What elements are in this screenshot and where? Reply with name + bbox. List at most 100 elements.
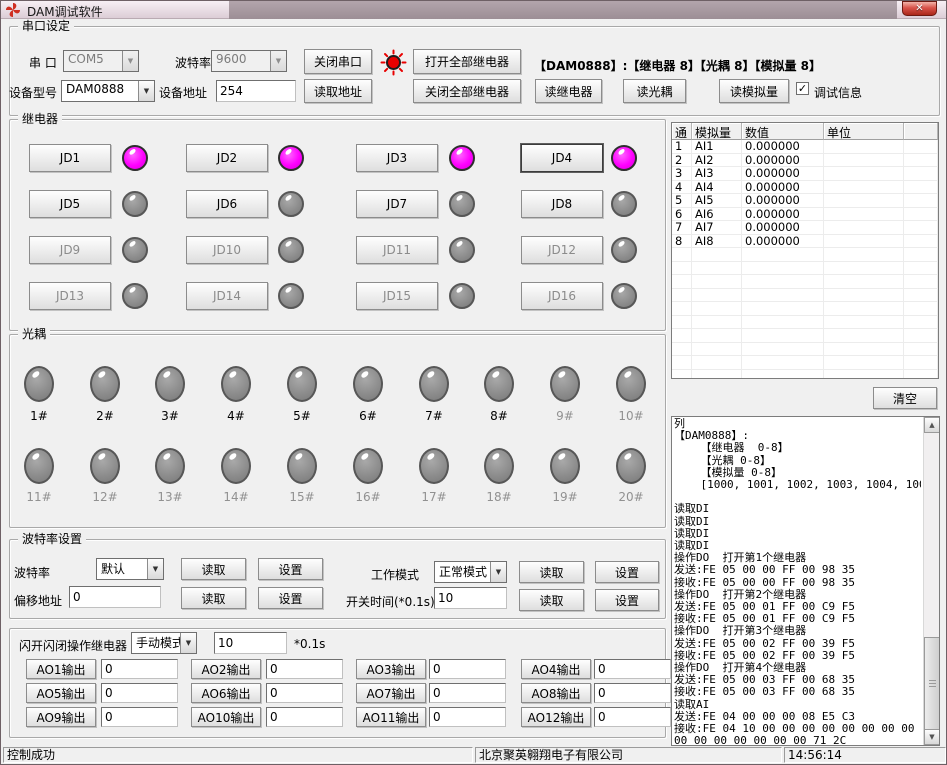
ao-output-button-3[interactable]: AO3输出 — [356, 659, 426, 679]
offset-set-button[interactable]: 设置 — [258, 587, 323, 609]
relay-button-jd4[interactable]: JD4 — [521, 144, 603, 172]
ao-output-input-4[interactable] — [594, 659, 671, 679]
table-cell — [904, 316, 938, 330]
close-button[interactable]: ✕ — [902, 1, 937, 16]
relay-led-jd1 — [122, 145, 148, 171]
scrollbar-thumb[interactable] — [924, 637, 940, 730]
workmode-set-button[interactable]: 设置 — [595, 561, 659, 583]
offset-read-button[interactable]: 读取 — [181, 587, 246, 609]
table-header-cell: 通 — [672, 123, 692, 140]
ao-output-input-3[interactable] — [429, 659, 506, 679]
table-empty-row — [672, 302, 938, 316]
table-cell: 0.000000 — [742, 140, 824, 154]
ao-output-input-9[interactable] — [101, 707, 178, 727]
relay-button-jd5[interactable]: JD5 — [29, 190, 111, 218]
device-model-select[interactable]: DAM0888 — [61, 80, 155, 102]
table-row[interactable]: 6AI60.000000 — [672, 208, 938, 222]
ao-output-button-1[interactable]: AO1输出 — [26, 659, 96, 679]
table-row[interactable]: 5AI50.000000 — [672, 194, 938, 208]
ao-output-input-11[interactable] — [429, 707, 506, 727]
device-model-label: 设备型号 — [9, 84, 57, 101]
read-opto-button[interactable]: 读光耦 — [623, 79, 686, 103]
opto-led-3 — [155, 366, 185, 402]
ao-output-input-2[interactable] — [266, 659, 343, 679]
table-row[interactable]: 2AI20.000000 — [672, 154, 938, 168]
opto-channel-label-4: 4# — [216, 409, 256, 423]
switch-time-input[interactable] — [434, 587, 507, 609]
ao-output-input-8[interactable] — [594, 683, 671, 703]
close-port-button[interactable]: 关闭串口 — [304, 49, 372, 74]
read-relay-button[interactable]: 读继电器 — [535, 79, 602, 103]
relay-button-jd8[interactable]: JD8 — [521, 190, 603, 218]
ao-output-input-10[interactable] — [266, 707, 343, 727]
ao-output-button-7[interactable]: AO7输出 — [356, 683, 426, 703]
analog-table[interactable]: 通模拟量数值单位1AI10.0000002AI20.0000003AI30.00… — [671, 122, 939, 379]
relay-group-title: 继电器 — [18, 112, 62, 127]
relay-button-jd9: JD9 — [29, 236, 111, 264]
opto-led-7 — [419, 366, 449, 402]
device-address-input[interactable] — [216, 80, 296, 102]
ao-output-button-4[interactable]: AO4输出 — [521, 659, 591, 679]
debug-info-label: 调试信息 — [814, 84, 862, 101]
table-row[interactable]: 7AI70.000000 — [672, 221, 938, 235]
offset-address-input[interactable] — [69, 586, 161, 608]
workmode-select[interactable]: 正常模式 — [434, 561, 507, 583]
flash-mode-select[interactable]: 手动模式 — [131, 632, 197, 654]
ao-output-button-9[interactable]: AO9输出 — [26, 707, 96, 727]
table-empty-row — [672, 356, 938, 370]
relay-button-jd7[interactable]: JD7 — [356, 190, 438, 218]
ao-output-button-5[interactable]: AO5输出 — [26, 683, 96, 703]
table-row[interactable]: 3AI30.000000 — [672, 167, 938, 181]
ao-output-button-11[interactable]: AO11输出 — [356, 707, 426, 727]
log-box[interactable]: 列【DAM0888】: 【继电器 0-8】 【光耦 0-8】 【模拟量 0-8】… — [671, 416, 940, 746]
table-row[interactable]: 4AI40.000000 — [672, 181, 938, 195]
log-line: 00 00 00 00 00 00 00 71 2C — [674, 735, 921, 744]
ao-output-input-7[interactable] — [429, 683, 506, 703]
baud-set-button[interactable]: 设置 — [258, 558, 323, 580]
switch-read-button[interactable]: 读取 — [519, 589, 584, 611]
scroll-down-icon[interactable] — [924, 729, 940, 745]
relay-button-jd6[interactable]: JD6 — [186, 190, 268, 218]
log-scrollbar[interactable] — [923, 417, 939, 745]
table-cell — [672, 329, 692, 343]
scroll-up-icon[interactable] — [924, 417, 940, 433]
table-cell — [672, 370, 692, 380]
baud-read-button[interactable]: 读取 — [181, 558, 246, 580]
ao-output-button-12[interactable]: AO12输出 — [521, 707, 591, 727]
debug-info-checkbox[interactable] — [796, 82, 809, 95]
switch-set-button[interactable]: 设置 — [595, 589, 659, 611]
ao-output-button-10[interactable]: AO10输出 — [191, 707, 261, 727]
background-window-strip — [229, 1, 897, 19]
clear-log-button[interactable]: 清空 — [873, 387, 937, 409]
app-icon — [6, 3, 20, 17]
ao-output-input-12[interactable] — [594, 707, 671, 727]
table-cell — [904, 329, 938, 343]
ao-output-button-6[interactable]: AO6输出 — [191, 683, 261, 703]
relay-led-jd6 — [278, 191, 304, 217]
baud-set-select[interactable]: 默认 — [96, 558, 164, 580]
relay-button-jd1[interactable]: JD1 — [29, 144, 111, 172]
titlebar[interactable]: DAM调试软件 ✕ — [1, 1, 947, 19]
relay-button-jd2[interactable]: JD2 — [186, 144, 268, 172]
close-all-relays-button[interactable]: 关闭全部继电器 — [413, 79, 521, 103]
ao-output-button-2[interactable]: AO2输出 — [191, 659, 261, 679]
flash-time-input[interactable] — [214, 632, 287, 654]
read-address-button[interactable]: 读取地址 — [304, 79, 372, 103]
table-row[interactable]: 1AI10.000000 — [672, 140, 938, 154]
table-cell: 0.000000 — [742, 181, 824, 195]
table-cell: AI1 — [692, 140, 742, 154]
open-all-relays-button[interactable]: 打开全部继电器 — [413, 49, 521, 74]
table-cell: 0.000000 — [742, 154, 824, 168]
ao-output-input-1[interactable] — [101, 659, 178, 679]
read-analog-button[interactable]: 读模拟量 — [719, 79, 789, 103]
workmode-read-button[interactable]: 读取 — [519, 561, 584, 583]
table-cell — [692, 289, 742, 303]
opto-led-13 — [155, 448, 185, 484]
ao-output-button-8[interactable]: AO8输出 — [521, 683, 591, 703]
table-cell: 0.000000 — [742, 235, 824, 249]
ao-output-input-6[interactable] — [266, 683, 343, 703]
ao-output-input-5[interactable] — [101, 683, 178, 703]
relay-button-jd3[interactable]: JD3 — [356, 144, 438, 172]
table-row[interactable]: 8AI80.000000 — [672, 235, 938, 249]
relay-led-jd16 — [611, 283, 637, 309]
